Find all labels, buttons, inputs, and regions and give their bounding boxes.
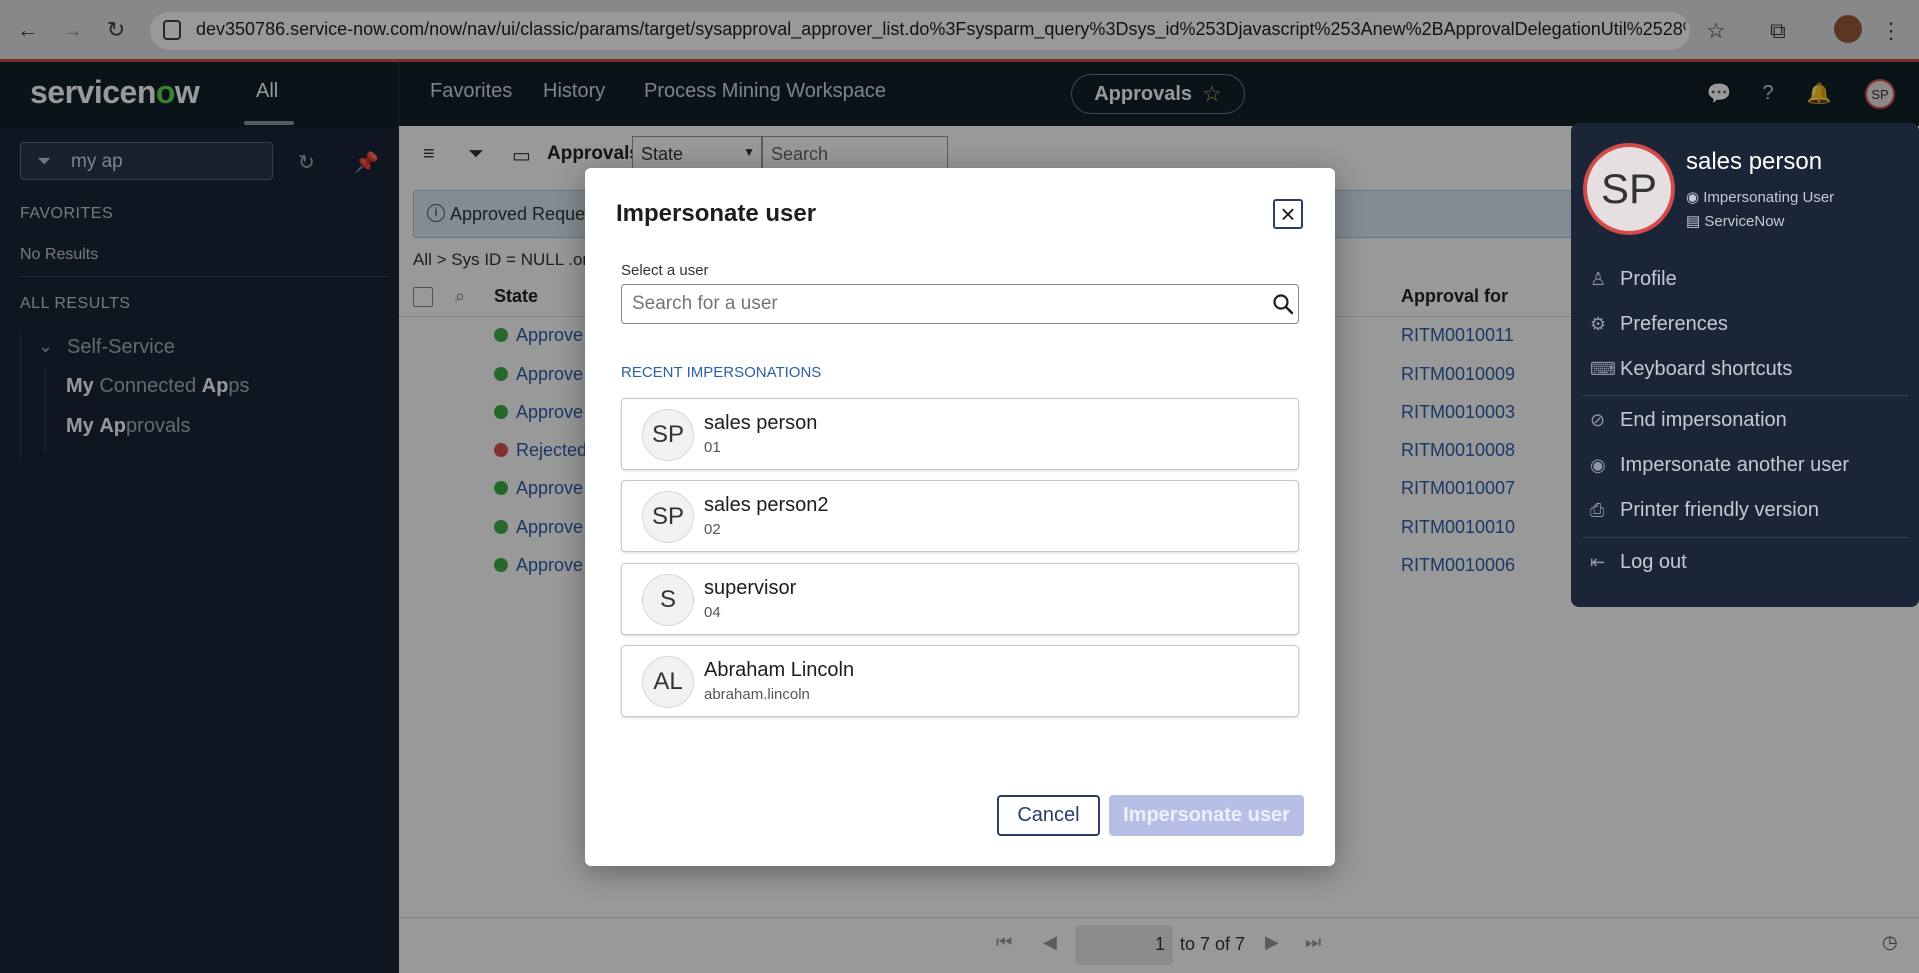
recent-user-card[interactable]: SP sales person2 02 bbox=[621, 480, 1299, 552]
menu-printer-friendly[interactable]: Printer friendly version bbox=[1620, 499, 1819, 522]
eye-off-icon: ⊘ bbox=[1590, 410, 1606, 430]
menu-impersonate-another-user[interactable]: Impersonate another user bbox=[1620, 454, 1849, 477]
printer-icon: ⎙ bbox=[1590, 500, 1605, 520]
menu-keyboard-shortcuts[interactable]: Keyboard shortcuts bbox=[1620, 358, 1792, 381]
cancel-button[interactable]: Cancel bbox=[997, 795, 1100, 836]
eye-icon: ◉ bbox=[1686, 189, 1704, 206]
recent-user-card[interactable]: SP sales person 01 bbox=[621, 398, 1299, 470]
user-id: 04 bbox=[704, 604, 721, 621]
building-icon: ▤ bbox=[1686, 213, 1705, 230]
menu-end-impersonation[interactable]: End impersonation bbox=[1620, 409, 1787, 432]
recent-impersonations-heading: RECENT IMPERSONATIONS bbox=[621, 364, 822, 381]
user-id: 02 bbox=[704, 521, 721, 538]
close-icon[interactable]: × bbox=[1273, 199, 1303, 229]
user-avatar: S bbox=[642, 574, 694, 626]
gear-icon: ⚙ bbox=[1590, 314, 1607, 334]
menu-separator bbox=[1583, 395, 1908, 396]
user-id: 01 bbox=[704, 439, 721, 456]
impersonate-user-button[interactable]: Impersonate user bbox=[1109, 795, 1304, 836]
recent-user-card[interactable]: AL Abraham Lincoln abraham.lincoln bbox=[621, 645, 1299, 717]
recent-user-card[interactable]: S supervisor 04 bbox=[621, 563, 1299, 635]
user-avatar: AL bbox=[642, 656, 694, 708]
impersonating-status: ◉ Impersonating User bbox=[1686, 189, 1835, 206]
user-company: ▤ ServiceNow bbox=[1686, 213, 1785, 230]
user-name: supervisor bbox=[704, 577, 797, 599]
user-avatar: SP bbox=[642, 491, 694, 543]
user-name: sales person2 bbox=[704, 494, 829, 516]
search-icon[interactable] bbox=[1272, 293, 1294, 315]
keyboard-icon: ⌨ bbox=[1590, 359, 1616, 379]
person-icon: ♙ bbox=[1590, 269, 1607, 289]
user-search-input[interactable] bbox=[621, 284, 1299, 324]
user-name: Abraham Lincoln bbox=[704, 659, 855, 681]
menu-preferences[interactable]: Preferences bbox=[1620, 313, 1728, 336]
user-menu-name: sales person bbox=[1686, 148, 1823, 175]
menu-log-out[interactable]: Log out bbox=[1620, 551, 1687, 574]
menu-separator bbox=[1583, 537, 1908, 538]
log-out-icon: ⇤ bbox=[1590, 552, 1606, 572]
eye-icon: ◉ bbox=[1590, 455, 1606, 475]
modal-title: Impersonate user bbox=[616, 200, 817, 227]
menu-profile[interactable]: Profile bbox=[1620, 268, 1677, 291]
user-id: abraham.lincoln bbox=[704, 686, 810, 703]
select-user-label: Select a user bbox=[621, 262, 709, 279]
user-avatar: SP bbox=[642, 409, 694, 461]
user-menu-avatar: SP bbox=[1583, 143, 1675, 235]
user-name: sales person bbox=[704, 412, 818, 434]
